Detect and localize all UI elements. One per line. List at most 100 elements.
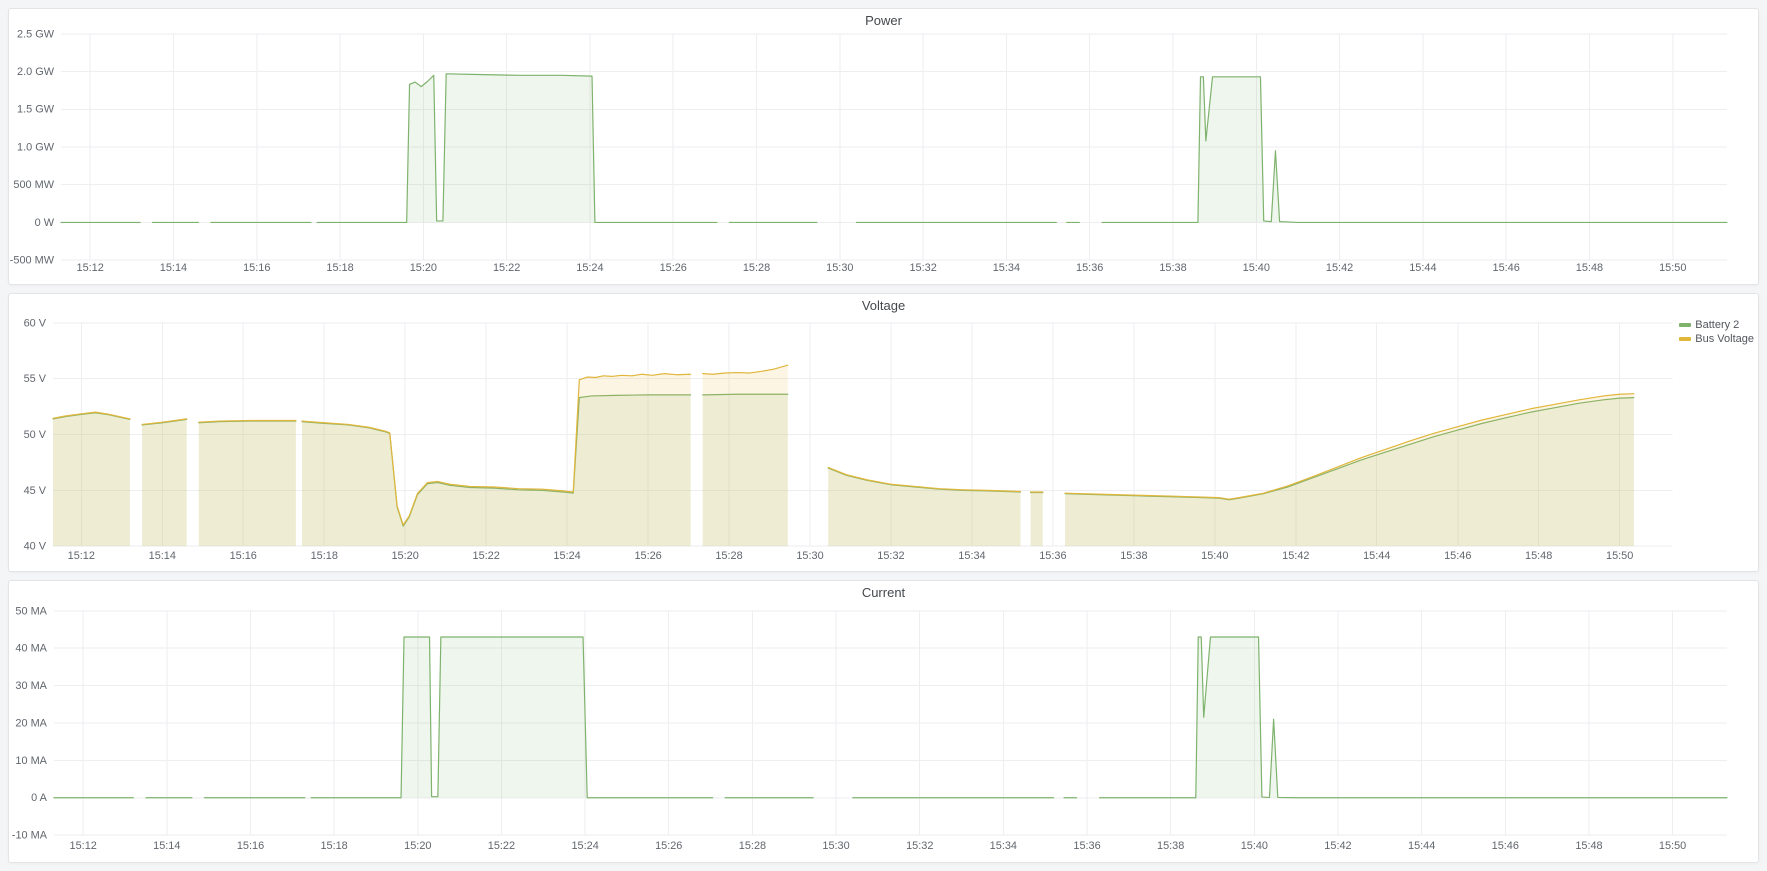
- grid: 2.5 GW2.0 GW1.5 GW1.0 GW500 MW0 W-500 MW…: [10, 28, 1727, 274]
- series-power: [61, 74, 1727, 223]
- panel-voltage-header[interactable]: Voltage: [9, 294, 1758, 316]
- legend-label-battery-2: Battery 2: [1695, 319, 1739, 331]
- x-tick-label: 15:14: [149, 550, 176, 562]
- x-tick-label: 15:20: [410, 262, 437, 274]
- dashboard: Power 2.5 GW2.0 GW1.5 GW1.0 GW500 MW0 W-…: [0, 0, 1767, 871]
- x-tick-label: 15:40: [1243, 262, 1270, 274]
- x-tick-label: 15:42: [1326, 262, 1353, 274]
- x-tick-label: 15:36: [1039, 550, 1066, 562]
- x-tick-label: 15:22: [473, 550, 500, 562]
- x-tick-label: 15:24: [571, 840, 598, 852]
- x-tick-label: 15:18: [326, 262, 353, 274]
- x-tick-label: 15:38: [1120, 550, 1147, 562]
- series-fill: [53, 412, 130, 546]
- y-tick-label: 500 MW: [13, 179, 54, 191]
- current-plot[interactable]: 50 MA40 MA30 MA20 MA10 MA0 A-10 MA15:121…: [9, 581, 1758, 862]
- power-plot[interactable]: 2.5 GW2.0 GW1.5 GW1.0 GW500 MW0 W-500 MW…: [9, 9, 1758, 284]
- x-tick-label: 15:24: [553, 550, 580, 562]
- legend-item-battery-2[interactable]: Battery 2: [1679, 318, 1754, 332]
- x-tick-label: 15:40: [1201, 550, 1228, 562]
- series-fill: [828, 467, 1020, 546]
- y-tick-label: 50 MA: [15, 605, 47, 617]
- x-tick-label: 15:46: [1492, 840, 1519, 852]
- x-tick-label: 15:50: [1659, 262, 1686, 274]
- voltage-plot[interactable]: 60 V55 V50 V45 V40 V15:1215:1415:1615:18…: [9, 294, 1758, 571]
- x-tick-label: 15:26: [660, 262, 687, 274]
- x-tick-label: 15:42: [1282, 550, 1309, 562]
- x-tick-label: 15:28: [743, 262, 770, 274]
- x-tick-label: 15:48: [1575, 840, 1602, 852]
- x-tick-label: 15:22: [493, 262, 520, 274]
- x-tick-label: 15:48: [1525, 550, 1552, 562]
- x-tick-label: 15:28: [715, 550, 742, 562]
- x-tick-label: 15:36: [1076, 262, 1103, 274]
- x-tick-label: 15:16: [230, 550, 257, 562]
- x-tick-label: 15:14: [153, 840, 180, 852]
- x-tick-label: 15:30: [796, 550, 823, 562]
- x-tick-label: 15:20: [392, 550, 419, 562]
- x-tick-label: 15:32: [909, 262, 936, 274]
- x-tick-label: 15:24: [576, 262, 603, 274]
- series-fill: [311, 637, 713, 798]
- y-tick-label: 2.0 GW: [17, 66, 55, 78]
- panel-voltage: Voltage 60 V55 V50 V45 V40 V15:1215:1415…: [8, 293, 1759, 572]
- panel-current: Current 50 MA40 MA30 MA20 MA10 MA0 A-10 …: [8, 580, 1759, 863]
- x-tick-label: 15:40: [1241, 840, 1268, 852]
- x-tick-label: 15:42: [1324, 840, 1351, 852]
- y-tick-label: 45 V: [24, 485, 47, 497]
- panel-voltage-title[interactable]: Voltage: [862, 298, 905, 313]
- x-tick-label: 15:14: [160, 262, 187, 274]
- x-tick-label: 15:30: [822, 840, 849, 852]
- x-tick-label: 15:16: [243, 262, 270, 274]
- voltage-chart-area[interactable]: 60 V55 V50 V45 V40 V15:1215:1415:1615:18…: [9, 294, 1758, 571]
- x-tick-label: 15:12: [70, 840, 97, 852]
- x-tick-label: 15:46: [1444, 550, 1471, 562]
- panel-power-header[interactable]: Power: [9, 9, 1758, 31]
- x-tick-label: 15:18: [320, 840, 347, 852]
- x-tick-label: 15:12: [77, 262, 104, 274]
- x-tick-label: 15:34: [990, 840, 1017, 852]
- series-bus-voltage: [53, 365, 1634, 546]
- x-tick-label: 15:44: [1408, 840, 1435, 852]
- x-tick-label: 15:26: [634, 550, 661, 562]
- y-tick-label: 0 A: [31, 792, 47, 804]
- y-tick-label: 40 MA: [15, 643, 47, 655]
- series-fill: [1100, 637, 1727, 798]
- x-tick-label: 15:44: [1409, 262, 1436, 274]
- current-chart-area[interactable]: 50 MA40 MA30 MA20 MA10 MA0 A-10 MA15:121…: [9, 581, 1758, 862]
- y-tick-label: 40 V: [24, 541, 47, 553]
- x-tick-label: 15:50: [1606, 550, 1633, 562]
- x-tick-label: 15:50: [1659, 840, 1686, 852]
- series-fill: [199, 420, 296, 546]
- power-chart-area[interactable]: 2.5 GW2.0 GW1.5 GW1.0 GW500 MW0 W-500 MW…: [9, 9, 1758, 284]
- x-tick-label: 15:18: [311, 550, 338, 562]
- x-tick-label: 15:28: [739, 840, 766, 852]
- x-tick-label: 15:44: [1363, 550, 1390, 562]
- panel-current-title[interactable]: Current: [862, 585, 905, 600]
- y-tick-label: 1.5 GW: [17, 104, 55, 116]
- x-tick-label: 15:38: [1159, 262, 1186, 274]
- panel-power-title[interactable]: Power: [865, 13, 902, 28]
- series-fill: [1031, 492, 1043, 546]
- series-fill: [1102, 77, 1727, 223]
- battery-2-series-swatch-icon: [1679, 323, 1691, 327]
- x-tick-label: 15:34: [993, 262, 1020, 274]
- series-line: [1100, 637, 1727, 798]
- x-tick-label: 15:12: [68, 550, 95, 562]
- y-tick-label: -10 MA: [12, 830, 48, 842]
- y-tick-label: 30 MA: [15, 680, 47, 692]
- series-fill: [1065, 394, 1634, 546]
- y-tick-label: 0 W: [35, 217, 55, 229]
- x-tick-label: 15:32: [906, 840, 933, 852]
- x-tick-label: 15:36: [1073, 840, 1100, 852]
- y-tick-label: -500 MW: [10, 255, 55, 267]
- x-tick-label: 15:26: [655, 840, 682, 852]
- grid: 50 MA40 MA30 MA20 MA10 MA0 A-10 MA15:121…: [12, 605, 1727, 852]
- legend-item-bus-voltage[interactable]: Bus Voltage: [1679, 332, 1754, 346]
- series-fill: [302, 374, 691, 547]
- series-fill: [142, 419, 187, 546]
- x-tick-label: 15:48: [1576, 262, 1603, 274]
- series-current: [54, 637, 1727, 798]
- x-tick-label: 15:20: [404, 840, 431, 852]
- panel-current-header[interactable]: Current: [9, 581, 1758, 603]
